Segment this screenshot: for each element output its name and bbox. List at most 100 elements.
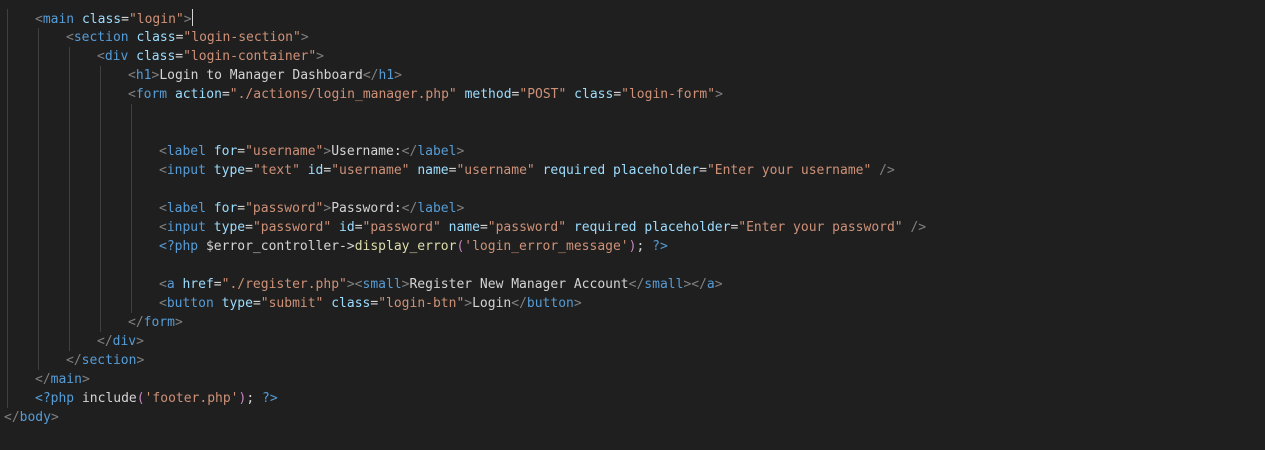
code-token: />	[910, 220, 927, 235]
code-token: </	[362, 68, 379, 83]
code-token: "password"	[487, 220, 567, 235]
code-token: =	[370, 296, 379, 311]
code-line[interactable]: </main>	[4, 370, 1265, 389]
code-token: >	[81, 372, 90, 387]
code-token: <	[97, 49, 105, 64]
code-token: =	[613, 87, 622, 102]
code-content: <label for="password">Password:</label>	[159, 199, 464, 218]
code-line[interactable]	[4, 104, 1265, 123]
indent-guide	[7, 199, 8, 218]
code-token: input	[166, 163, 206, 178]
code-line[interactable]: <button type="submit" class="login-btn">…	[4, 294, 1265, 313]
code-line[interactable]: <label for="password">Password:</label>	[4, 199, 1265, 218]
code-token: >	[573, 296, 582, 311]
code-line[interactable]	[4, 256, 1265, 275]
indent-guide	[38, 332, 39, 351]
code-line[interactable]: </form>	[4, 313, 1265, 332]
code-token: 'footer.php'	[144, 391, 239, 406]
indent-guide	[131, 142, 132, 161]
code-token: ?>	[652, 239, 668, 254]
code-token: small	[644, 277, 684, 292]
code-content: <form action="./actions/login_manager.ph…	[128, 85, 723, 104]
code-line[interactable]: <label for="username">Username:</label>	[4, 142, 1265, 161]
code-token: </	[511, 296, 527, 311]
code-token: type	[213, 220, 246, 235]
code-content: <main class="login">	[35, 9, 193, 29]
code-line[interactable]: </section>	[4, 351, 1265, 370]
code-token: "text"	[252, 163, 300, 178]
code-line[interactable]: <div class="login-container">	[4, 47, 1265, 66]
indent-guide	[38, 85, 39, 104]
code-line[interactable]: <form action="./actions/login_manager.ph…	[4, 85, 1265, 104]
code-content: </body>	[4, 408, 59, 427]
code-line[interactable]: </body>	[4, 408, 1265, 427]
code-line[interactable]	[4, 123, 1265, 142]
indent-guide	[38, 142, 39, 161]
indent-guide	[38, 199, 39, 218]
code-token: Register New Manager Account	[409, 277, 629, 292]
code-token: class	[136, 49, 176, 64]
code-token: <	[159, 144, 167, 159]
code-line[interactable]: <?php $error_controller->display_error('…	[4, 237, 1265, 256]
code-token: "password"	[252, 220, 332, 235]
code-token: class	[136, 30, 176, 45]
code-token: href	[182, 277, 214, 292]
code-token: input	[166, 220, 206, 235]
code-content: </form>	[128, 313, 183, 332]
code-token: =	[354, 220, 363, 235]
indent-guide	[100, 180, 101, 199]
indent-guide	[7, 180, 8, 199]
code-line[interactable]: <?php include('footer.php'); ?>	[4, 389, 1265, 408]
code-token: placeholder	[613, 163, 700, 178]
code-token: "username"	[456, 163, 535, 178]
code-content: <a href="./register.php"><small>Register…	[159, 275, 723, 294]
code-token: </	[401, 201, 418, 216]
code-line[interactable]	[4, 180, 1265, 199]
code-line[interactable]: <a href="./register.php"><small>Register…	[4, 275, 1265, 294]
code-line[interactable]: </div>	[4, 332, 1265, 351]
code-area[interactable]: <main class="login"> <section class="logi…	[4, 9, 1265, 427]
code-token: >	[714, 277, 723, 292]
code-content: <h1>Login to Manager Dashboard</h1>	[128, 66, 402, 85]
code-token: =	[699, 163, 707, 178]
indent-guide	[7, 104, 8, 123]
code-line[interactable]: <main class="login">	[4, 9, 1265, 28]
indent-guide	[100, 142, 101, 161]
indent-guide	[38, 275, 39, 294]
indent-guide	[69, 275, 70, 294]
code-token: body	[19, 410, 51, 425]
code-line[interactable]: <section class="login-section">	[4, 28, 1265, 47]
code-token: =	[221, 87, 230, 102]
indent-guide	[131, 123, 132, 142]
code-token: "username"	[245, 144, 324, 159]
code-line[interactable]: <h1>Login to Manager Dashboard</h1>	[4, 66, 1265, 85]
indent-guide	[100, 85, 101, 104]
code-token: "login-section"	[183, 30, 301, 45]
code-token: required	[573, 220, 637, 235]
code-content: <label for="username">Username:</label>	[159, 142, 464, 161]
code-token: <	[128, 87, 136, 102]
code-content: <section class="login-section">	[66, 28, 309, 47]
code-line[interactable]: <input type="password" id="password" nam…	[4, 218, 1265, 237]
indent-guide	[7, 237, 8, 256]
indent-guide	[7, 9, 8, 28]
code-editor[interactable]: <main class="login"> <section class="logi…	[0, 0, 1265, 450]
code-token: id	[339, 220, 355, 235]
code-line[interactable]: <input type="text" id="username" name="u…	[4, 161, 1265, 180]
code-token: "Enter your password"	[738, 220, 903, 235]
code-token: ></	[683, 277, 707, 292]
code-token: section	[81, 353, 137, 368]
code-token: label	[417, 201, 457, 216]
code-token: =	[237, 144, 246, 159]
indent-guide	[69, 237, 70, 256]
indent-guide	[131, 218, 132, 237]
code-token: <?php	[35, 391, 75, 406]
code-token: class	[331, 296, 371, 311]
indent-guide	[38, 66, 39, 85]
indent-guide	[69, 199, 70, 218]
